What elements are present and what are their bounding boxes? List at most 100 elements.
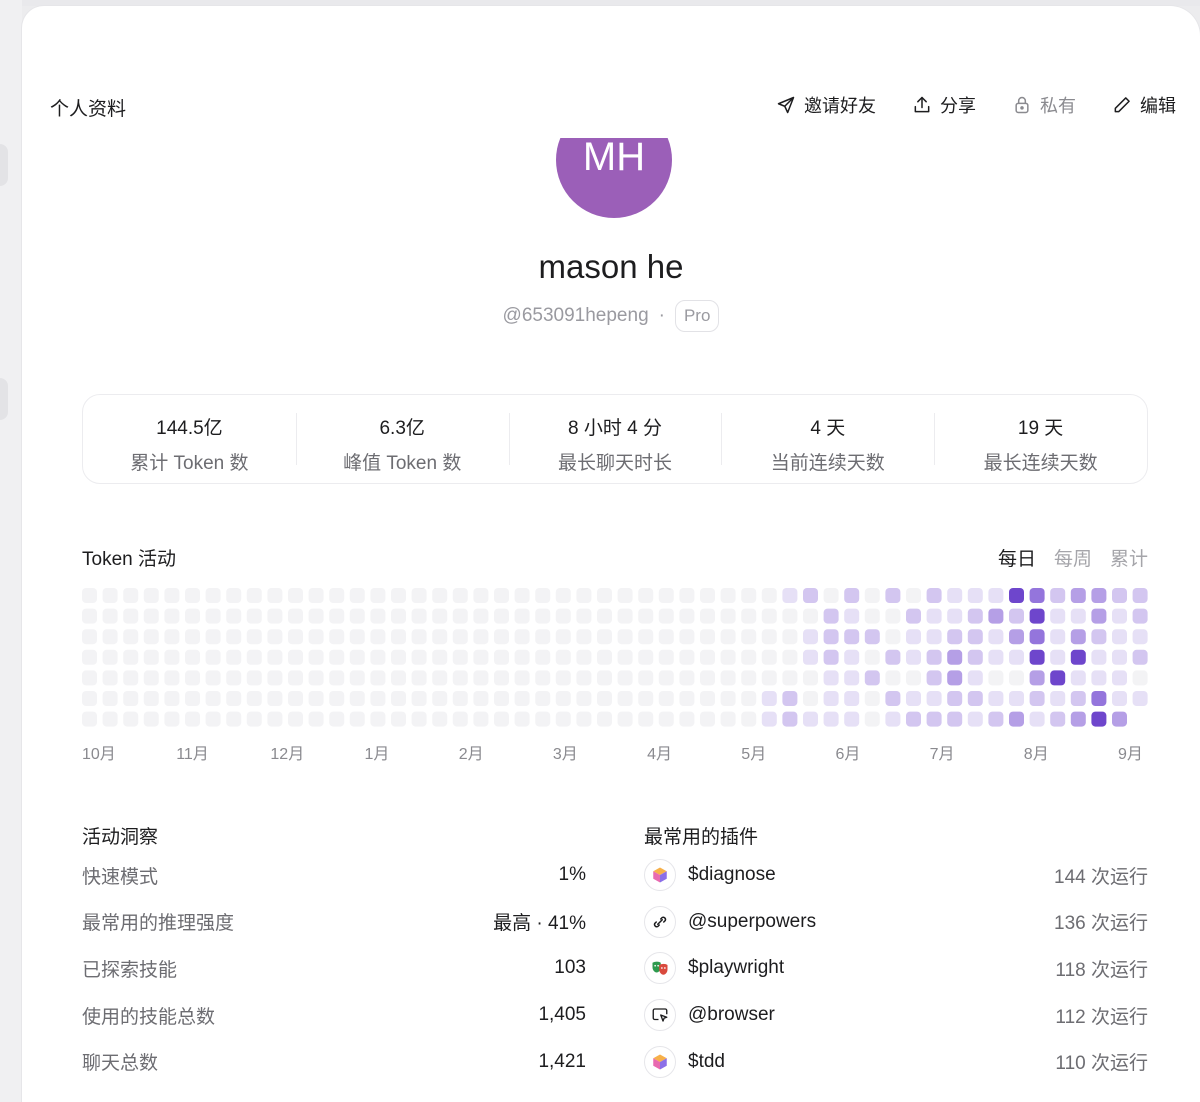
- heatmap-cell[interactable]: [349, 649, 365, 665]
- heatmap-cell[interactable]: [1009, 588, 1024, 603]
- heatmap-cell[interactable]: [597, 629, 612, 645]
- heatmap-cell[interactable]: [864, 670, 880, 686]
- heatmap-cell[interactable]: [782, 588, 798, 603]
- heatmap-cell[interactable]: [185, 608, 200, 624]
- heatmap-cell[interactable]: [823, 691, 839, 706]
- heatmap-cell[interactable]: [267, 670, 283, 686]
- heatmap-cell[interactable]: [1132, 691, 1148, 706]
- heatmap-cell[interactable]: [308, 649, 324, 665]
- heatmap-cell[interactable]: [906, 629, 921, 645]
- heatmap-cell[interactable]: [761, 588, 777, 603]
- heatmap-cell[interactable]: [164, 691, 180, 706]
- heatmap-cell[interactable]: [370, 629, 386, 645]
- heatmap-cell[interactable]: [329, 691, 345, 706]
- heatmap-cell[interactable]: [349, 691, 365, 706]
- heatmap-cell[interactable]: [267, 649, 283, 665]
- heatmap-cell[interactable]: [535, 649, 551, 665]
- heatmap-cell[interactable]: [411, 588, 427, 603]
- heatmap-cell[interactable]: [432, 649, 448, 665]
- heatmap-cell[interactable]: [143, 649, 159, 665]
- heatmap-cell[interactable]: [432, 711, 448, 727]
- heatmap-cell[interactable]: [947, 711, 963, 727]
- heatmap-cell[interactable]: [885, 711, 901, 727]
- heatmap-cell[interactable]: [494, 588, 509, 603]
- heatmap-cell[interactable]: [205, 649, 221, 665]
- heatmap-cell[interactable]: [761, 649, 777, 665]
- heatmap-cell[interactable]: [102, 691, 118, 706]
- heatmap-cell[interactable]: [205, 608, 221, 624]
- heatmap-cell[interactable]: [844, 608, 860, 624]
- heatmap-cell[interactable]: [926, 649, 942, 665]
- heatmap-cell[interactable]: [885, 691, 901, 706]
- heatmap-cell[interactable]: [494, 649, 509, 665]
- heatmap-cell[interactable]: [494, 691, 509, 706]
- heatmap-cell[interactable]: [617, 649, 633, 665]
- heatmap-cell[interactable]: [1050, 691, 1066, 706]
- heatmap-cell[interactable]: [535, 711, 551, 727]
- heatmap-cell[interactable]: [1112, 711, 1127, 727]
- heatmap-cell[interactable]: [82, 691, 97, 706]
- heatmap-cell[interactable]: [123, 649, 139, 665]
- heatmap-cell[interactable]: [864, 629, 880, 645]
- heatmap-cell[interactable]: [246, 608, 262, 624]
- plugin-row[interactable]: @superpowers 136 次运行: [644, 899, 1148, 946]
- heatmap-cell[interactable]: [535, 588, 551, 603]
- heatmap-cell[interactable]: [597, 670, 612, 686]
- heatmap-cell[interactable]: [102, 629, 118, 645]
- heatmap-cell[interactable]: [308, 711, 324, 727]
- heatmap-cell[interactable]: [308, 588, 324, 603]
- heatmap-cell[interactable]: [452, 711, 468, 727]
- heatmap-cell[interactable]: [555, 629, 571, 645]
- heatmap-cell[interactable]: [432, 670, 448, 686]
- heatmap-cell[interactable]: [370, 711, 386, 727]
- heatmap-cell[interactable]: [226, 711, 242, 727]
- heatmap-cell[interactable]: [638, 691, 654, 706]
- heatmap-cell[interactable]: [1132, 649, 1148, 665]
- heatmap-cell[interactable]: [123, 711, 139, 727]
- heatmap-cell[interactable]: [185, 629, 200, 645]
- heatmap-cell[interactable]: [143, 670, 159, 686]
- heatmap-cell[interactable]: [1112, 649, 1127, 665]
- heatmap-cell[interactable]: [102, 588, 118, 603]
- heatmap-cell[interactable]: [803, 629, 818, 645]
- heatmap-cell[interactable]: [700, 711, 715, 727]
- heatmap-cell[interactable]: [308, 629, 324, 645]
- heatmap-cell[interactable]: [782, 649, 798, 665]
- heatmap-cell[interactable]: [720, 670, 736, 686]
- heatmap-cell[interactable]: [679, 711, 695, 727]
- heatmap-cell[interactable]: [370, 670, 386, 686]
- privacy-button[interactable]: 私有: [1012, 92, 1076, 118]
- heatmap-cell[interactable]: [700, 670, 715, 686]
- plugin-row[interactable]: @browser 112 次运行: [644, 992, 1148, 1039]
- heatmap-cell[interactable]: [123, 608, 139, 624]
- heatmap-cell[interactable]: [638, 608, 654, 624]
- heatmap-cell[interactable]: [123, 629, 139, 645]
- heatmap-cell[interactable]: [102, 608, 118, 624]
- heatmap-cell[interactable]: [329, 588, 345, 603]
- heatmap-cell[interactable]: [720, 608, 736, 624]
- heatmap-cell[interactable]: [226, 608, 242, 624]
- heatmap-cell[interactable]: [1070, 711, 1086, 727]
- heatmap-cell[interactable]: [823, 649, 839, 665]
- heatmap-cell[interactable]: [267, 711, 283, 727]
- heatmap-cell[interactable]: [1009, 629, 1024, 645]
- heatmap-cell[interactable]: [967, 711, 983, 727]
- heatmap-cell[interactable]: [864, 649, 880, 665]
- heatmap-cell[interactable]: [329, 649, 345, 665]
- heatmap-cell[interactable]: [329, 670, 345, 686]
- heatmap-cell[interactable]: [720, 588, 736, 603]
- heatmap-cell[interactable]: [288, 629, 303, 645]
- heatmap-cell[interactable]: [988, 649, 1004, 665]
- heatmap-cell[interactable]: [700, 588, 715, 603]
- heatmap-cell[interactable]: [679, 649, 695, 665]
- heatmap-cell[interactable]: [514, 588, 530, 603]
- heatmap-cell[interactable]: [720, 649, 736, 665]
- heatmap-cell[interactable]: [926, 629, 942, 645]
- heatmap-cell[interactable]: [700, 691, 715, 706]
- heatmap-cell[interactable]: [1070, 670, 1086, 686]
- sidebar-handle[interactable]: [0, 144, 8, 186]
- heatmap-cell[interactable]: [494, 629, 509, 645]
- heatmap-cell[interactable]: [967, 649, 983, 665]
- heatmap-cell[interactable]: [1009, 691, 1024, 706]
- heatmap-cell[interactable]: [452, 691, 468, 706]
